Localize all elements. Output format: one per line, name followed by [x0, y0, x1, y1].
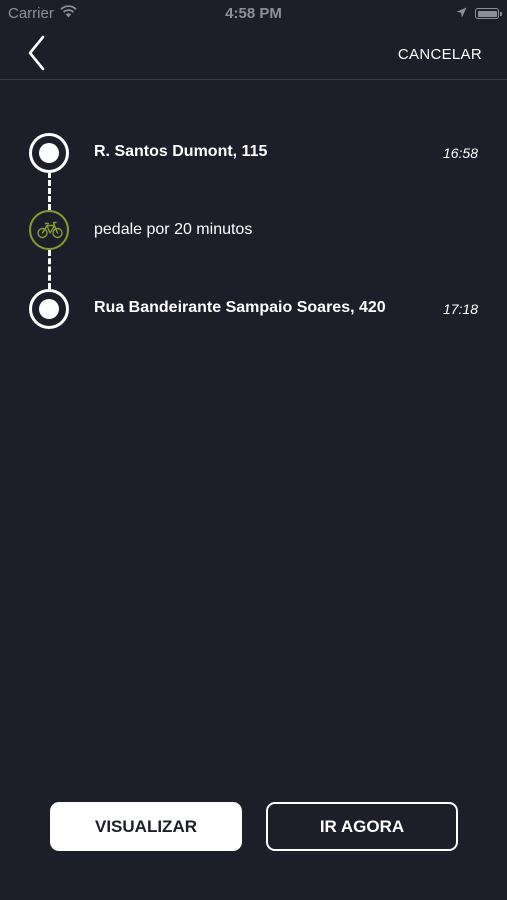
cancel-button[interactable]: CANCELAR: [398, 46, 482, 63]
connector-line: [48, 250, 51, 289]
bicycle-icon: [29, 210, 69, 250]
status-bar: Carrier 4:58 PM: [0, 0, 507, 28]
go-now-button[interactable]: IR AGORA: [266, 802, 458, 851]
destination-marker-icon: [29, 289, 69, 329]
battery-icon: [475, 8, 502, 19]
origin-time: 16:58: [442, 145, 478, 161]
back-button[interactable]: [22, 34, 56, 72]
origin-address: R. Santos Dumont, 115: [94, 143, 268, 160]
location-arrow-icon: [456, 5, 467, 22]
ride-duration-text: pedale por 20 minutos: [94, 221, 253, 238]
origin-marker-icon: [29, 133, 69, 173]
route-details-screen: Carrier 4:58 PM CANCELAR R. Santos Dumon…: [0, 0, 507, 900]
status-time: 4:58 PM: [225, 5, 282, 22]
chevron-left-icon: [28, 35, 45, 71]
connector-line: [48, 172, 51, 210]
destination-address: Rua Bandeirante Sampaio Soares, 420: [94, 299, 386, 316]
view-route-button[interactable]: VISUALIZAR: [50, 802, 242, 851]
destination-time: 17:18: [442, 301, 478, 317]
status-right: [456, 5, 502, 22]
navigation-bar: CANCELAR: [0, 28, 507, 80]
